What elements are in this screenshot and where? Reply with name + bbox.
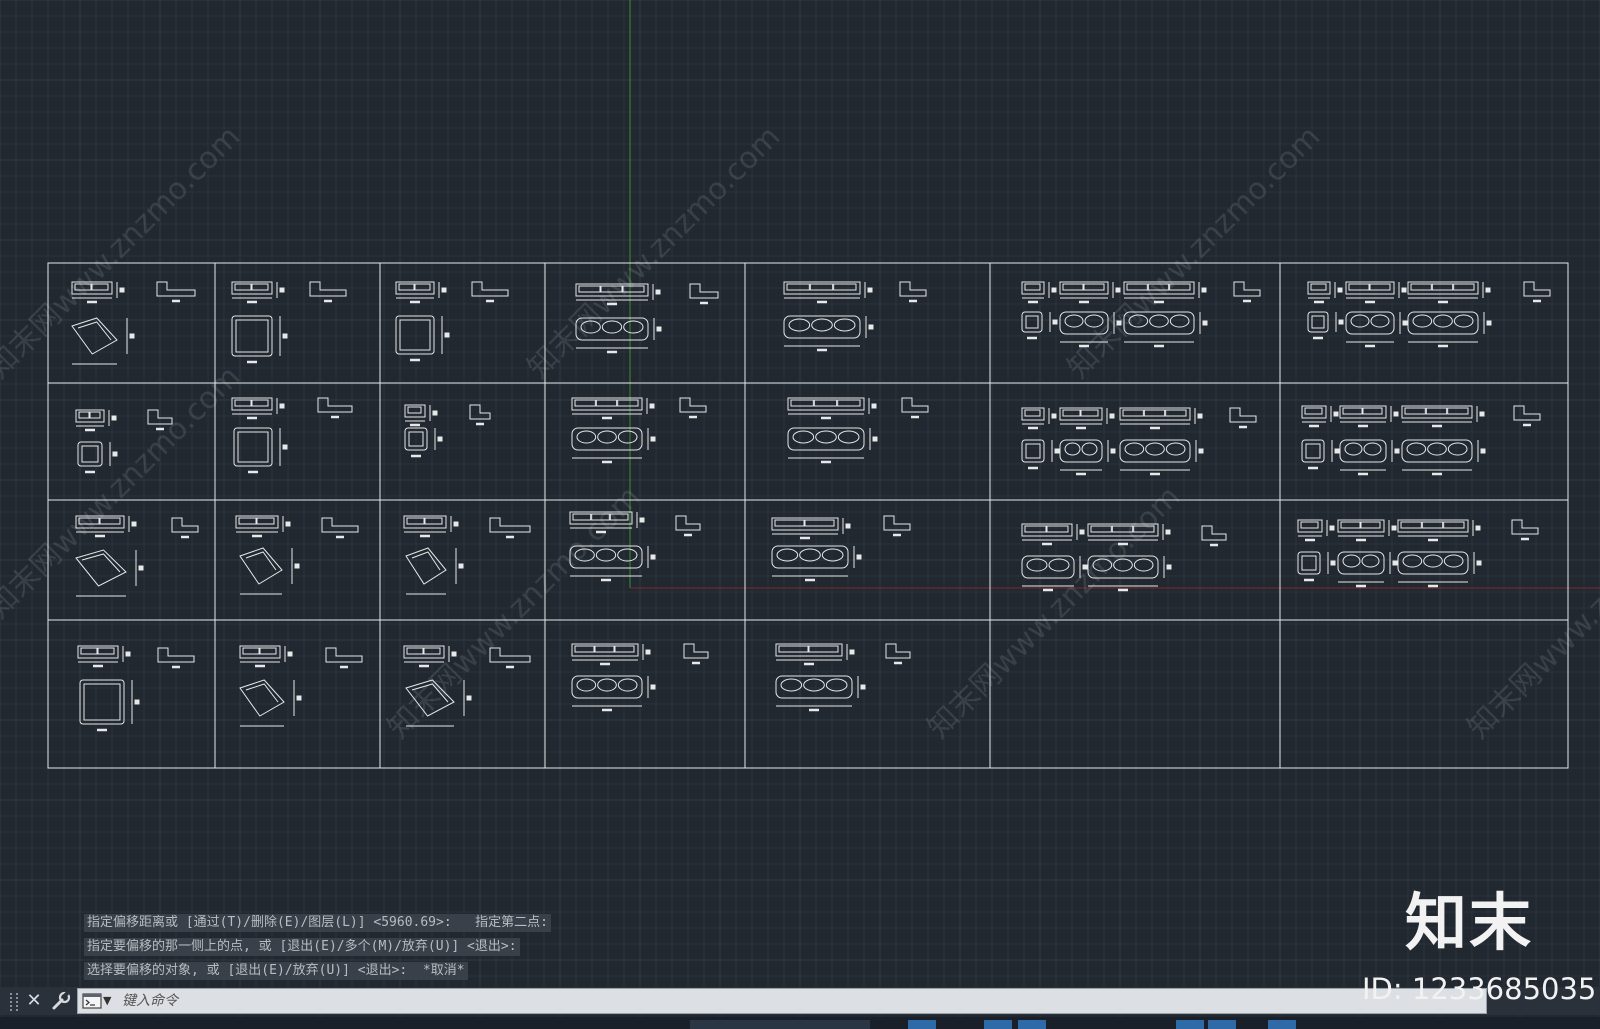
command-prompt-icon[interactable] [82, 993, 102, 1009]
diagonal-watermark-text: 知末网www.znzmo.com [1061, 119, 1327, 385]
sofa-plan [571, 427, 643, 464]
sofa-elevation [231, 281, 273, 304]
model-space-canvas[interactable]: 知末网www.znzmo.com 知末网www.znzmo.com 知末网www.z… [0, 0, 1600, 1029]
sofa-plan [71, 317, 118, 365]
sofa-elevation [1021, 407, 1045, 430]
sofa-side-elevation [325, 647, 363, 669]
sofa-elevation [1345, 281, 1395, 304]
sofa-plan [75, 549, 127, 597]
status-bar-toggle[interactable] [1208, 1020, 1236, 1029]
sofa-plan [1401, 439, 1473, 476]
sofa-plan [77, 441, 103, 474]
sofa-plan [405, 547, 447, 595]
sofa-side-elevation [1201, 525, 1227, 547]
grip-handle-icon[interactable] [10, 993, 18, 1011]
diagonal-watermark-text: 知末网www.znzmo.com [521, 119, 787, 385]
sofa-elevation [1059, 281, 1109, 304]
sofa-plan [395, 315, 435, 362]
command-history-line: 指定偏移距离或 [通过(T)/删除(E)/图层(L)] <5960.69>: 指… [84, 914, 551, 932]
sofa-plan [775, 675, 853, 712]
sofa-plan [1307, 311, 1329, 340]
sofa-side-elevation [899, 281, 927, 303]
sofa-plan [1345, 311, 1395, 348]
sofa-side-elevation [679, 397, 707, 419]
sofa-plan [1059, 439, 1103, 476]
status-bar-toggle[interactable] [1018, 1020, 1046, 1029]
command-input[interactable] [122, 991, 1422, 1011]
sofa-side-elevation [1229, 407, 1257, 429]
sofa-elevation [1297, 519, 1323, 542]
sofa-elevation [783, 281, 861, 304]
sofa-plan [571, 675, 643, 712]
sofa-side-elevation [1511, 519, 1539, 541]
status-bar-toggle[interactable] [984, 1020, 1012, 1029]
background-grid [0, 0, 1600, 1029]
sofa-plan [1021, 311, 1043, 340]
sofa-side-elevation [885, 643, 911, 665]
sofa-elevation [231, 397, 273, 420]
sofa-elevation [571, 397, 643, 420]
sofa-plan [1119, 439, 1191, 476]
sofa-side-elevation [1523, 281, 1551, 303]
sofa-plan [787, 427, 865, 464]
wrench-icon[interactable] [50, 990, 72, 1012]
sofa-plan [239, 547, 283, 595]
sofa-elevation [1407, 281, 1479, 304]
status-bar-toggle[interactable] [1176, 1020, 1204, 1029]
sofa-side-elevation [317, 397, 353, 419]
sofa-elevation [571, 643, 639, 666]
sofa-elevation [1307, 281, 1331, 304]
sofa-plan [1337, 551, 1385, 588]
sofa-plan [1407, 311, 1479, 348]
status-bar-segment[interactable] [690, 1020, 870, 1029]
sofa-plan [1339, 439, 1387, 476]
sofa-elevation [404, 404, 426, 427]
sofa-plan [239, 679, 285, 727]
sofa-side-elevation [471, 281, 509, 303]
status-bar-toggle[interactable] [908, 1020, 936, 1029]
watermark-id: ID: 1233685035 [1362, 972, 1597, 1006]
sofa-elevation [1021, 523, 1073, 546]
sofa-elevation [395, 281, 435, 304]
diagonal-watermark-text: 知末网www.znzmo.com [1461, 479, 1600, 745]
sofa-plan [771, 545, 849, 582]
command-input-container[interactable]: ▼ [77, 988, 1487, 1014]
sofa-plan [231, 315, 273, 364]
sofa-plan [783, 315, 861, 352]
sofa-elevation [1119, 407, 1191, 430]
chevron-down-icon[interactable]: ▼ [103, 992, 111, 1010]
sofa-side-elevation [309, 281, 347, 303]
sofa-elevation [787, 397, 865, 420]
watermark-logo: 知末 [1405, 886, 1534, 959]
sofa-side-elevation [901, 397, 929, 419]
sofa-elevation [1021, 281, 1045, 304]
diagonal-watermark-text: 知末网www.znzmo.com [0, 119, 247, 385]
sofa-elevation [403, 515, 447, 538]
sofa-side-elevation [883, 515, 911, 537]
sofa-elevation [1059, 407, 1103, 430]
status-bar-toggle[interactable] [1268, 1020, 1296, 1029]
diagonal-watermark-text: 知末网www.znzmo.com [0, 359, 247, 625]
command-history-line: 指定要偏移的那一侧上的点, 或 [退出(E)/多个(M)/放弃(U)] <退出>… [84, 938, 520, 956]
command-history-line: 选择要偏移的对象, 或 [退出(E)/放弃(U)] <退出>: *取消* [84, 962, 468, 980]
sofa-side-elevation [1233, 281, 1261, 303]
sofa-elevation [1337, 519, 1385, 542]
close-icon[interactable]: ✕ [24, 990, 44, 1012]
diagonal-watermark-text: 知末网www.znzmo.com [921, 479, 1187, 745]
